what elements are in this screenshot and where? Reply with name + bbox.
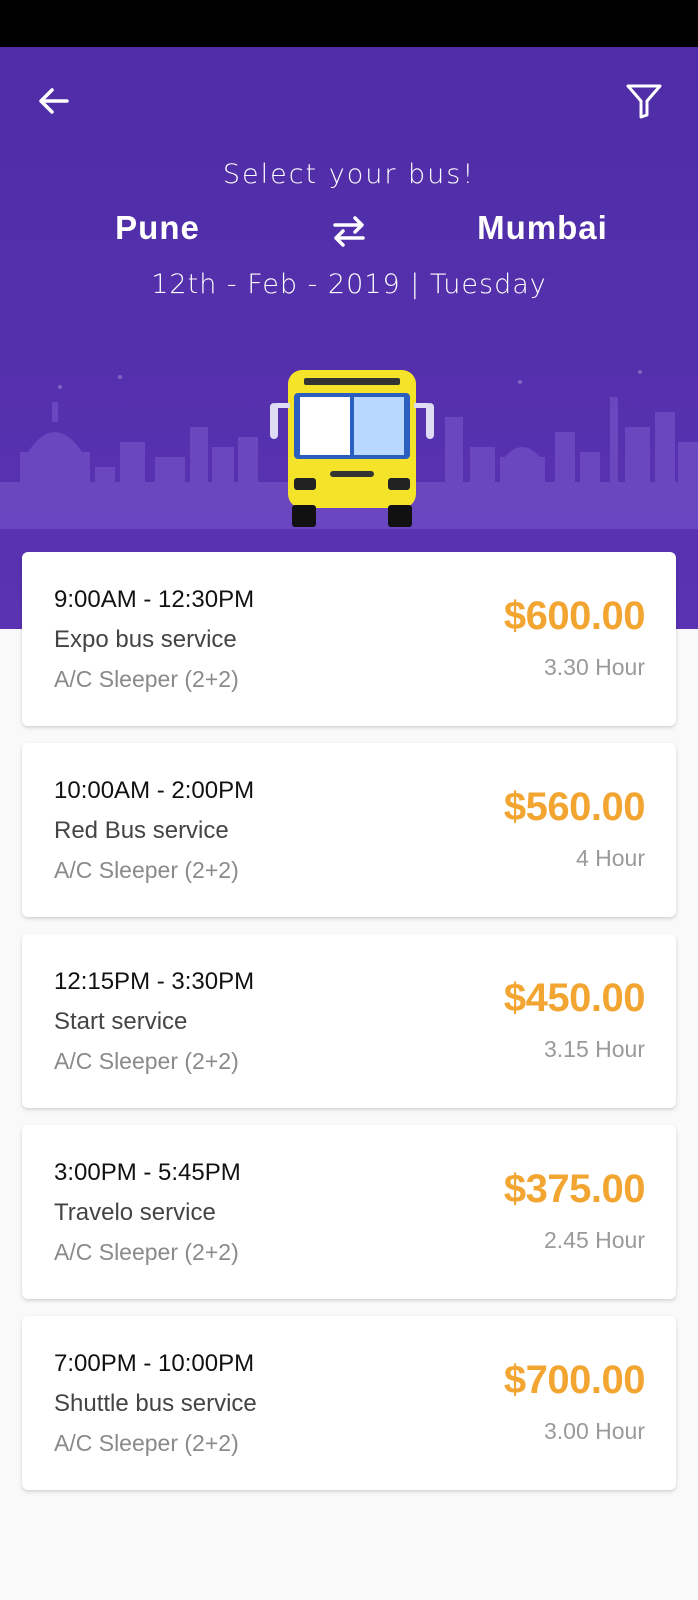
seat-type: A/C Sleeper (2+2) bbox=[54, 1239, 239, 1265]
bus-card[interactable]: 12:15PM - 3:30PM Start service A/C Sleep… bbox=[22, 934, 676, 1108]
departure-arrival-time: 9:00AM - 12:30PM bbox=[54, 586, 255, 613]
departure-arrival-time: 10:00AM - 2:00PM bbox=[54, 777, 255, 804]
fare-price: $450.00 bbox=[503, 976, 646, 1020]
swap-arrows-icon bbox=[333, 216, 365, 247]
departure-arrival-time: 3:00PM - 5:45PM bbox=[54, 1159, 241, 1186]
arrow-left-icon bbox=[39, 88, 69, 114]
swap-cities-button[interactable] bbox=[327, 211, 371, 251]
fare-price: $375.00 bbox=[503, 1167, 646, 1211]
trip-duration: 3.30 Hour bbox=[543, 654, 645, 680]
fare-price: $560.00 bbox=[503, 785, 646, 829]
seat-type: A/C Sleeper (2+2) bbox=[54, 1048, 239, 1074]
travel-date: 12th - Feb - 2019 | Tuesday bbox=[151, 269, 547, 300]
header: Select your bus! Pune Mumbai 12th - Feb … bbox=[0, 47, 698, 629]
seat-type: A/C Sleeper (2+2) bbox=[54, 1430, 239, 1456]
bus-operator: Red Bus service bbox=[54, 817, 229, 844]
trip-duration: 3.15 Hour bbox=[543, 1036, 645, 1062]
page-subtitle: Select your bus! bbox=[222, 159, 476, 190]
departure-arrival-time: 12:15PM - 3:30PM bbox=[54, 968, 255, 995]
bus-card[interactable]: 7:00PM - 10:00PM Shuttle bus service A/C… bbox=[22, 1316, 676, 1490]
bus-card[interactable]: 3:00PM - 5:45PM Travelo service A/C Slee… bbox=[22, 1125, 676, 1299]
back-button[interactable] bbox=[34, 81, 74, 121]
bus-illustration bbox=[270, 370, 434, 527]
bus-operator: Expo bus service bbox=[54, 626, 237, 653]
fare-price: $700.00 bbox=[503, 1358, 646, 1402]
bus-card[interactable]: 10:00AM - 2:00PM Red Bus service A/C Sle… bbox=[22, 743, 676, 917]
trip-duration: 4 Hour bbox=[575, 845, 645, 871]
bus-card[interactable]: 9:00AM - 12:30PM Expo bus service A/C Sl… bbox=[22, 552, 676, 726]
filter-icon bbox=[626, 84, 662, 119]
status-bar bbox=[0, 0, 698, 47]
from-city: Pune bbox=[115, 209, 200, 246]
bus-operator: Travelo service bbox=[54, 1199, 216, 1226]
fare-price: $600.00 bbox=[503, 594, 646, 638]
bus-list: 9:00AM - 12:30PM Expo bus service A/C Sl… bbox=[22, 552, 676, 1507]
filter-button[interactable] bbox=[624, 81, 664, 121]
trip-duration: 3.00 Hour bbox=[543, 1418, 645, 1444]
bus-operator: Shuttle bus service bbox=[54, 1390, 257, 1417]
trip-duration: 2.45 Hour bbox=[543, 1227, 645, 1253]
seat-type: A/C Sleeper (2+2) bbox=[54, 857, 239, 883]
bus-operator: Start service bbox=[54, 1008, 188, 1035]
seat-type: A/C Sleeper (2+2) bbox=[54, 666, 239, 692]
to-city: Mumbai bbox=[477, 209, 608, 246]
departure-arrival-time: 7:00PM - 10:00PM bbox=[54, 1350, 255, 1377]
